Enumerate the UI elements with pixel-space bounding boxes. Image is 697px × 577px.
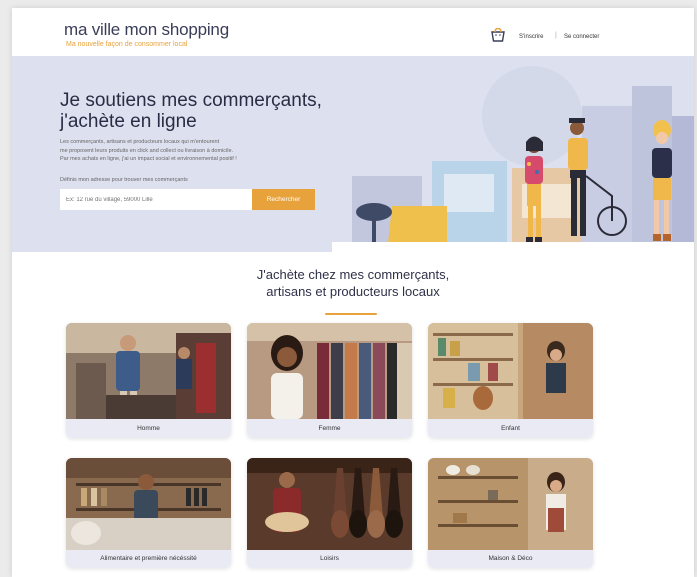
search-button[interactable]: Rechercher: [252, 189, 315, 210]
hero-description-line1: Les commerçants, artisans et producteurs…: [60, 139, 220, 145]
hero-description-line3: Par mes achats en ligne, j'ai un impact …: [60, 156, 237, 162]
register-link[interactable]: S'inscrire: [519, 34, 543, 40]
section-title-line2: artisans et producteurs locaux: [266, 284, 440, 299]
site-header: ma ville mon shopping Ma nouvelle façon …: [12, 8, 694, 56]
hero-title-line2: j'achète en ligne: [60, 111, 197, 132]
logo[interactable]: ma ville mon shopping: [64, 20, 229, 40]
logo-tagline: Ma nouvelle façon de consommer local: [66, 41, 188, 48]
category-image-maison: [428, 458, 593, 550]
hero-description-line2: me proposent leurs produits en click and…: [60, 147, 234, 154]
category-label: Loisirs: [247, 550, 412, 568]
category-card-homme[interactable]: Homme: [66, 323, 231, 438]
category-label: Alimentaire et première nécéssité: [66, 550, 231, 568]
section-underline: [325, 313, 377, 315]
hero-description: Les commerçants, artisans et producteurs…: [60, 138, 345, 164]
category-image-enfant: [428, 323, 593, 419]
category-card-enfant[interactable]: Enfant: [428, 323, 593, 438]
category-card-femme[interactable]: Femme: [247, 323, 412, 438]
page: ma ville mon shopping Ma nouvelle façon …: [12, 8, 694, 577]
category-image-alimentaire: [66, 458, 231, 550]
category-image-femme: [247, 323, 412, 419]
header-separator: |: [555, 32, 557, 39]
category-image-loisirs: [247, 458, 412, 550]
shopping-bag-icon[interactable]: [490, 28, 506, 42]
hero-title-line1: Je soutiens mes commerçants,: [60, 90, 322, 111]
category-label: Maison & Déco: [428, 550, 593, 568]
hero-title: Je soutiens mes commerçants, j'achète en…: [60, 90, 360, 132]
hero-illustration: [332, 66, 694, 252]
hero-banner: Je soutiens mes commerçants, j'achète en…: [12, 56, 694, 252]
login-link[interactable]: Se connecter: [564, 34, 599, 40]
category-card-alimentaire[interactable]: Alimentaire et première nécéssité: [66, 458, 231, 568]
search-label: Définis mon adresse pour trouver mes com…: [60, 177, 188, 183]
category-label: Homme: [66, 419, 231, 438]
category-label: Enfant: [428, 419, 593, 438]
category-image-homme: [66, 323, 231, 419]
section-title: J'achète chez mes commerçants, artisans …: [12, 266, 694, 300]
category-card-maison[interactable]: Maison & Déco: [428, 458, 593, 568]
section-title-line1: J'achète chez mes commerçants,: [256, 267, 450, 282]
category-label: Femme: [247, 419, 412, 438]
category-card-loisirs[interactable]: Loisirs: [247, 458, 412, 568]
address-search-input[interactable]: [60, 189, 260, 210]
